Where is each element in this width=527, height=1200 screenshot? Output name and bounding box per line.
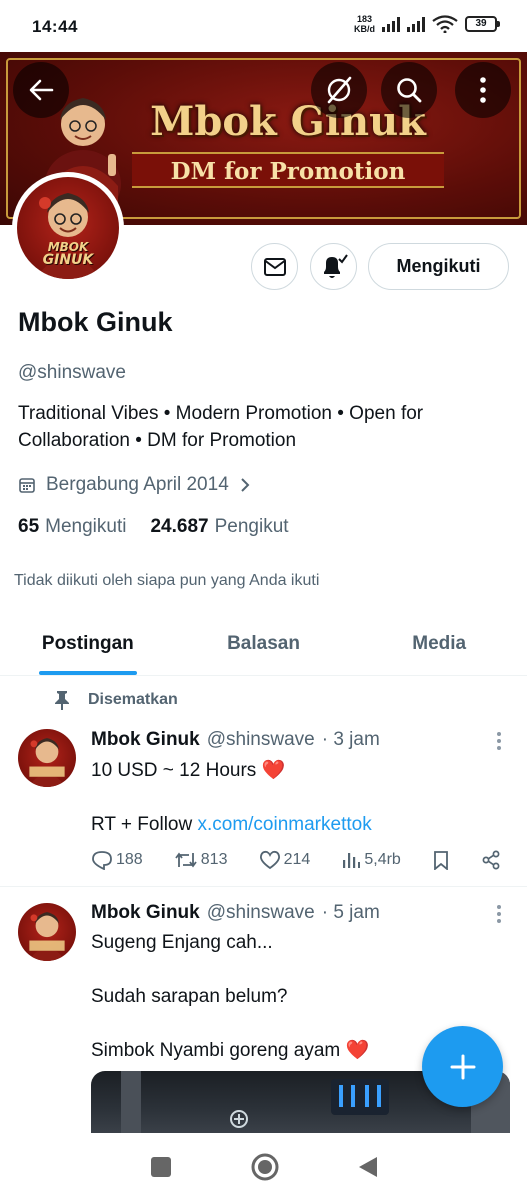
followed-by-note: Tidak diikuti oleh siapa pun yang Anda i…: [14, 572, 320, 589]
status-bar: 14:44 183 KB/d 39: [0, 0, 527, 52]
profile-name: Mbok Ginuk: [18, 307, 173, 337]
status-indicators: 183 KB/d 39: [354, 14, 500, 34]
reply-button[interactable]: 188: [91, 850, 143, 870]
post-header: Mbok Ginuk @shinswave · 3 jam: [91, 729, 380, 751]
post-avatar[interactable]: [18, 903, 76, 961]
post-time: · 5 jam: [321, 902, 380, 923]
search-button[interactable]: [381, 62, 437, 118]
pinned-label-row: Disematkan: [54, 690, 178, 710]
post-author-name[interactable]: Mbok Ginuk: [91, 902, 200, 924]
bell-check-icon: [323, 253, 348, 278]
tab-media[interactable]: Media: [351, 612, 527, 675]
banner-subtitle: DM for Promotion: [132, 152, 444, 188]
followers-stat[interactable]: 24.687 Pengikut: [150, 516, 288, 538]
post-header: Mbok Ginuk @shinswave · 5 jam: [91, 902, 380, 924]
battery-icon: 39: [465, 16, 500, 32]
like-count: 214: [283, 851, 311, 868]
network-speed: 183 KB/d: [354, 14, 375, 34]
repost-icon: [175, 852, 197, 868]
compose-button[interactable]: [422, 1026, 503, 1107]
post-line: Sugeng Enjang cah...: [91, 932, 273, 953]
post-time: · 3 jam: [321, 729, 380, 750]
post-author-handle[interactable]: @shinswave: [207, 902, 315, 924]
views-button[interactable]: 5,4rb: [341, 850, 401, 870]
post-author-handle[interactable]: @shinswave: [207, 729, 315, 751]
share-button[interactable]: [481, 850, 501, 870]
pinned-label: Disematkan: [88, 691, 178, 708]
status-time: 14:44: [32, 17, 78, 36]
post-line: Sudah sarapan belum?: [91, 986, 288, 1007]
notify-button[interactable]: [310, 243, 357, 290]
post-line: Simbok Nyambi goreng ayam ❤️: [91, 1040, 370, 1061]
avatar-illustration: [28, 738, 66, 787]
post-text: 10 USD ~ 12 Hours ❤️ RT + Follow x.com/c…: [91, 757, 372, 838]
recents-icon[interactable]: [149, 1155, 173, 1179]
reply-icon: [92, 851, 112, 870]
post-author-name[interactable]: Mbok Ginuk: [91, 729, 200, 751]
system-nav-bar: [0, 1133, 527, 1200]
profile-handle: @shinswave: [18, 362, 126, 383]
tab-replies[interactable]: Balasan: [176, 612, 352, 675]
post-link[interactable]: x.com/coinmarkettok: [197, 814, 371, 835]
profile-avatar[interactable]: MBOK GINUK: [12, 172, 124, 284]
post-line: 10 USD ~ 12 Hours ❤️: [91, 760, 286, 781]
post-text: Sugeng Enjang cah... Sudah sarapan belum…: [91, 929, 369, 1064]
joined-date: Bergabung April 2014: [46, 474, 229, 495]
avatar-image: MBOK GINUK: [17, 177, 119, 279]
post-more-icon[interactable]: [497, 732, 503, 750]
following-stat[interactable]: 65 Mengikuti: [18, 516, 126, 538]
more-vertical-icon: [480, 77, 486, 103]
mail-icon: [263, 257, 286, 276]
bookmark-button[interactable]: [432, 850, 450, 870]
profile-tabs: Postingan Balasan Media: [0, 612, 527, 676]
bookmark-icon: [433, 851, 448, 870]
signal-2-icon: [407, 16, 425, 32]
like-button[interactable]: 214: [259, 850, 311, 870]
back-icon[interactable]: [357, 1155, 379, 1179]
views-icon: [343, 853, 361, 868]
grok-icon: [327, 76, 352, 104]
post-divider: [0, 886, 527, 887]
avatar-logo-line2: GINUK: [42, 252, 94, 268]
back-arrow-icon: [29, 79, 54, 101]
calendar-icon: [19, 478, 35, 493]
home-icon[interactable]: [250, 1152, 280, 1182]
share-icon: [482, 850, 500, 870]
pin-icon: [55, 691, 69, 710]
post-avatar[interactable]: [18, 729, 76, 787]
back-button[interactable]: [13, 62, 69, 118]
repost-button[interactable]: 813: [174, 850, 228, 870]
wifi-icon: [432, 15, 458, 33]
profile-bio: Traditional Vibes • Modern Promotion • O…: [18, 403, 424, 451]
search-icon: [397, 78, 422, 103]
following-button[interactable]: Mengikuti: [368, 243, 509, 290]
tab-posts[interactable]: Postingan: [0, 612, 176, 675]
signal-1-icon: [382, 16, 400, 32]
chevron-right-icon: [241, 478, 250, 492]
post-line: RT + Follow x.com/coinmarkettok: [91, 814, 372, 835]
repost-count: 813: [200, 851, 228, 868]
post-more-icon[interactable]: [497, 905, 503, 923]
heart-icon: [259, 850, 280, 870]
reply-count: 188: [116, 851, 143, 868]
avatar-illustration: [28, 912, 66, 961]
plus-icon: [450, 1054, 475, 1079]
joined-date-row[interactable]: Bergabung April 2014: [18, 474, 251, 496]
views-count: 5,4rb: [364, 851, 401, 868]
message-button[interactable]: [251, 243, 298, 290]
more-button[interactable]: [455, 62, 511, 118]
grok-button[interactable]: [311, 62, 367, 118]
post-actions: 188 813 214 5,4rb: [91, 848, 501, 872]
follow-stats: 65 Mengikuti 24.687 Pengikut: [18, 516, 289, 538]
